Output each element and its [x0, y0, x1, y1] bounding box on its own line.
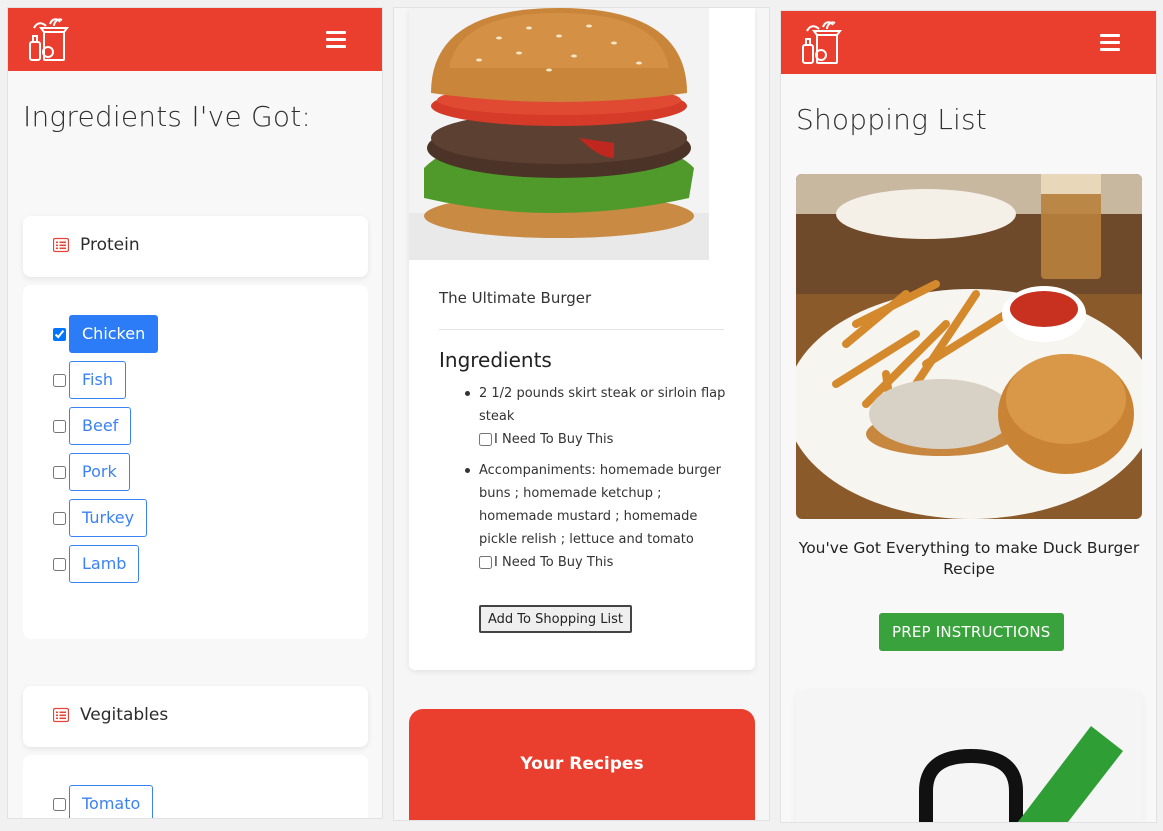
option-fish: Fish	[53, 361, 126, 399]
option-turkey: Turkey	[53, 499, 148, 537]
list-icon	[53, 707, 69, 723]
buy-label: I Need To Buy This	[494, 432, 614, 447]
buy-this-row: I Need To Buy This	[479, 551, 729, 574]
ingredients-panel: Ingredients I've Got: Protein Chicken Fi…	[7, 7, 383, 819]
grocery-logo-icon[interactable]	[24, 14, 74, 64]
recipe-panel: The Ultimate Burger Ingredients 2 1/2 po…	[393, 7, 770, 821]
list-item: 2 1/2 pounds skirt steak or sirloin flap…	[465, 382, 729, 451]
checkmark-card	[796, 691, 1142, 822]
recipe-card: The Ultimate Burger Ingredients 2 1/2 po…	[409, 8, 755, 670]
divider	[439, 329, 724, 330]
lamb-checkbox[interactable]	[53, 557, 66, 571]
beef-checkbox[interactable]	[53, 419, 66, 433]
option-lamb: Lamb	[53, 545, 140, 583]
tomato-button[interactable]: Tomato	[69, 785, 154, 818]
page-title: Shopping List	[796, 103, 987, 136]
category-vegitables[interactable]: Vegitables	[23, 686, 368, 747]
ingredient-text: 2 1/2 pounds skirt steak or sirloin flap…	[479, 386, 726, 424]
category-label: Protein	[80, 235, 140, 255]
lamb-button[interactable]: Lamb	[69, 545, 140, 583]
option-pork: Pork	[53, 453, 130, 491]
list-icon	[53, 237, 69, 253]
grocery-logo-icon[interactable]	[797, 17, 847, 67]
tomato-checkbox[interactable]	[53, 797, 66, 811]
bullet	[465, 391, 470, 396]
buy-checkbox[interactable]	[479, 433, 492, 446]
page-title: Ingredients I've Got:	[23, 100, 312, 133]
burger-image	[409, 8, 709, 260]
option-tomato: Tomato	[53, 785, 154, 818]
pork-checkbox[interactable]	[53, 465, 66, 479]
checkmark-icon	[919, 726, 1123, 822]
turkey-checkbox[interactable]	[53, 511, 66, 525]
option-beef: Beef	[53, 407, 132, 445]
add-to-shopping-list-button[interactable]: Add To Shopping List	[479, 605, 633, 633]
turkey-button[interactable]: Turkey	[69, 499, 148, 537]
recipe-title: The Ultimate Burger	[439, 289, 592, 307]
chicken-checkbox[interactable]	[53, 327, 66, 341]
buy-this-row: I Need To Buy This	[479, 428, 729, 451]
pork-button[interactable]: Pork	[69, 453, 130, 491]
buy-checkbox[interactable]	[479, 556, 492, 569]
everything-message: You've Got Everything to make Duck Burge…	[798, 539, 1140, 578]
bullet	[465, 468, 470, 473]
shopping-list-panel: Shopping List You've Got Everything to m…	[780, 10, 1157, 823]
buy-label: I Need To Buy This	[494, 555, 614, 570]
protein-options: Chicken Fish Beef Pork Turkey Lamb	[23, 285, 368, 639]
fish-button[interactable]: Fish	[69, 361, 126, 399]
ingredients-list: 2 1/2 pounds skirt steak or sirloin flap…	[465, 382, 729, 582]
hamburger-menu-icon[interactable]	[1100, 34, 1120, 52]
top-bar	[781, 11, 1156, 74]
ingredients-heading: Ingredients	[439, 348, 552, 372]
list-item: Accompaniments: homemade burger buns ; h…	[465, 459, 729, 574]
ingredient-text: Accompaniments: homemade burger buns ; h…	[479, 463, 721, 547]
category-label: Vegitables	[80, 705, 169, 725]
fish-checkbox[interactable]	[53, 373, 66, 387]
option-chicken: Chicken	[53, 315, 159, 353]
chicken-button[interactable]: Chicken	[69, 315, 159, 353]
vegitable-options: Tomato	[23, 755, 368, 818]
prep-instructions-button[interactable]: PREP INSTRUCTIONS	[879, 613, 1064, 651]
category-protein[interactable]: Protein	[23, 216, 368, 277]
top-bar	[8, 8, 382, 71]
hamburger-menu-icon[interactable]	[326, 31, 346, 49]
beef-button[interactable]: Beef	[69, 407, 132, 445]
recipe-image	[796, 174, 1142, 519]
your-recipes-button[interactable]: Your Recipes	[409, 709, 755, 820]
